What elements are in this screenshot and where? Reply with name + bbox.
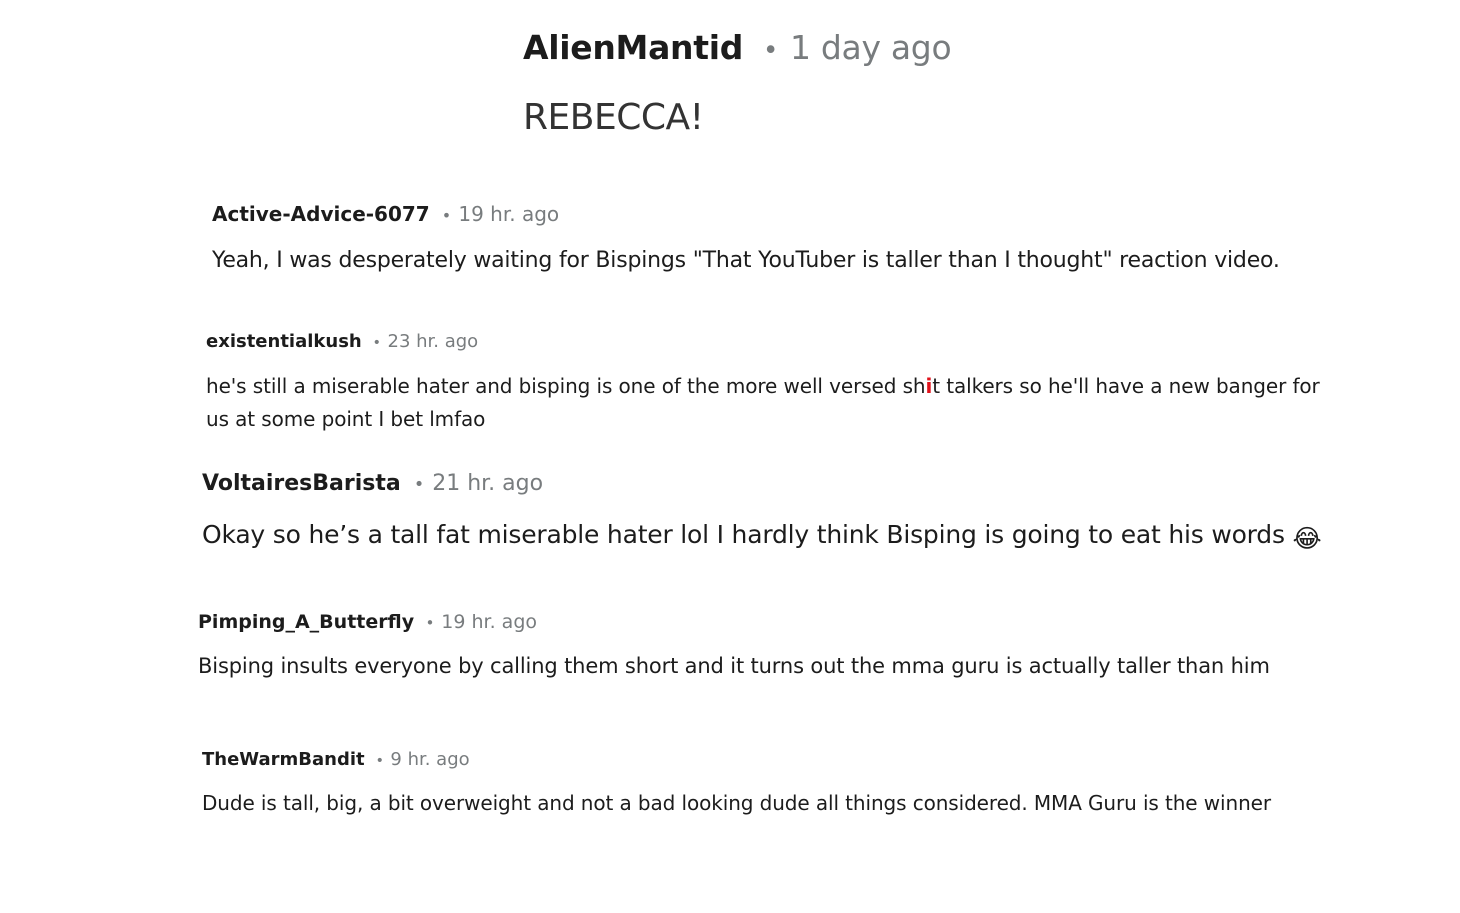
comment-author[interactable]: VoltairesBarista bbox=[202, 471, 401, 496]
comment-text-part: he's still a miserable hater and bisping… bbox=[206, 374, 926, 398]
comment-body: Bisping insults everyone by calling them… bbox=[198, 654, 1270, 678]
comment-author[interactable]: existentialkush bbox=[206, 331, 362, 352]
comment-timestamp[interactable]: 21 hr. ago bbox=[432, 471, 543, 496]
comment-body: REBECCA! bbox=[523, 97, 704, 138]
comment-active-advice-6077: Active-Advice-6077 • 19 hr. ago Yeah, I … bbox=[212, 202, 1392, 273]
meta-separator: • bbox=[762, 35, 779, 66]
meta-separator: • bbox=[413, 475, 425, 495]
comment-author[interactable]: TheWarmBandit bbox=[202, 749, 365, 770]
comment-timestamp[interactable]: 19 hr. ago bbox=[441, 611, 537, 633]
comment-timestamp[interactable]: 9 hr. ago bbox=[390, 749, 469, 770]
comment-meta: Pimping_A_Butterfly • 19 hr. ago bbox=[198, 611, 1378, 633]
meta-separator: • bbox=[425, 614, 435, 632]
meta-separator: • bbox=[372, 335, 382, 351]
comment-pimping-a-butterfly: Pimping_A_Butterfly • 19 hr. ago Bisping… bbox=[198, 611, 1378, 678]
comment-timestamp[interactable]: 23 hr. ago bbox=[388, 331, 479, 352]
comment-text: Okay so he’s a tall fat miserable hater … bbox=[202, 520, 1285, 549]
comment-author[interactable]: Active-Advice-6077 bbox=[212, 202, 430, 226]
comment-meta: AlienMantid • 1 day ago bbox=[523, 28, 952, 67]
comment-meta: TheWarmBandit • 9 hr. ago bbox=[202, 749, 1382, 770]
comment-body: Yeah, I was desperately waiting for Bisp… bbox=[212, 248, 1280, 273]
comment-alienmantid: AlienMantid • 1 day ago REBECCA! bbox=[523, 28, 952, 138]
comment-thewarmbandit: TheWarmBandit • 9 hr. ago Dude is tall, … bbox=[202, 749, 1382, 815]
comment-meta: VoltairesBarista • 21 hr. ago bbox=[202, 471, 1382, 496]
meta-separator: • bbox=[375, 753, 384, 769]
comment-voltairesbarista: VoltairesBarista • 21 hr. ago Okay so he… bbox=[202, 471, 1382, 553]
comment-author[interactable]: Pimping_A_Butterfly bbox=[198, 611, 414, 633]
comment-author[interactable]: AlienMantid bbox=[523, 28, 743, 67]
comment-timestamp[interactable]: 1 day ago bbox=[790, 28, 952, 67]
comment-timestamp[interactable]: 19 hr. ago bbox=[458, 202, 559, 226]
comment-meta: Active-Advice-6077 • 19 hr. ago bbox=[212, 202, 1392, 226]
laughing-tears-emoji-icon: 😂 bbox=[1292, 523, 1322, 553]
comment-body: Dude is tall, big, a bit overweight and … bbox=[202, 791, 1271, 815]
comment-meta: existentialkush • 23 hr. ago bbox=[206, 331, 1346, 352]
meta-separator: • bbox=[441, 206, 452, 225]
comment-body: he's still a miserable hater and bisping… bbox=[206, 370, 1346, 436]
comment-existentialkush: existentialkush • 23 hr. ago he's still … bbox=[206, 331, 1346, 436]
comment-body: Okay so he’s a tall fat miserable hater … bbox=[202, 520, 1382, 553]
